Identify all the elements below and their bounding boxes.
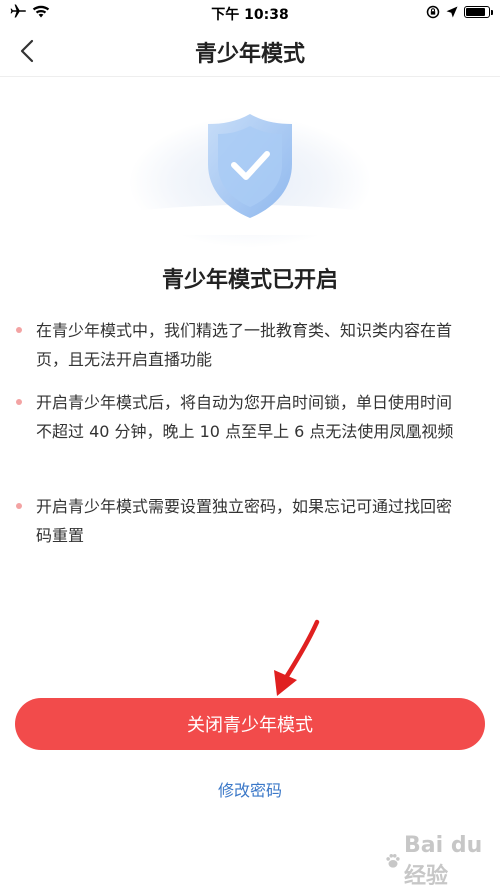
change-password-link[interactable]: 修改密码: [0, 777, 500, 801]
list-item: 开启青少年模式需要设置独立密码，如果忘记可通过找回密 码重置: [14, 492, 484, 550]
status-bar: 下午 10:38: [0, 0, 500, 26]
annotation-arrow-icon: [274, 619, 320, 696]
list-item-line: 码重置: [36, 526, 85, 545]
list-item-line: 在青少年模式中，我们精选了一批教育类、知识类内容在首: [36, 321, 453, 340]
battery-level: [466, 8, 486, 16]
close-teen-mode-button[interactable]: 关闭青少年模式: [15, 698, 485, 750]
paw-icon: [386, 854, 400, 868]
page-title: 青少年模式: [194, 42, 305, 67]
status-right: [426, 5, 493, 19]
location-icon: [446, 6, 458, 18]
hero-illustration: [0, 77, 500, 247]
status-time: 下午 10:38: [211, 7, 289, 23]
list-item-line: 开启青少年模式需要设置独立密码，如果忘记可通过找回密: [36, 497, 453, 516]
mode-enabled-title: 青少年模式已开启: [161, 268, 338, 293]
bullet-dot: [16, 327, 22, 333]
list-item-line: 页，且无法开启直播功能: [36, 350, 213, 369]
watermark-text: Bai du 经验: [404, 832, 483, 889]
list-item: 开启青少年模式后，将自动为您开启时间锁，单日使用时间 不超过 40 分钟，晚上 …: [14, 388, 484, 446]
list-item: 在青少年模式中，我们精选了一批教育类、知识类内容在首 页，且无法开启直播功能: [14, 316, 484, 374]
nav-bar: 青少年模式: [0, 26, 500, 77]
list-item-line: 开启青少年模式后，将自动为您开启时间锁，单日使用时间: [36, 393, 453, 412]
list-item-line: 不超过 40 分钟，晚上 10 点至早上 6 点无法使用凤凰视频: [36, 422, 454, 441]
battery-icon: [464, 6, 493, 18]
bullet-dot: [16, 503, 22, 509]
bullet-dot: [16, 399, 22, 405]
watermark: Bai du 经验: [384, 833, 494, 889]
rotation-lock-icon: [426, 5, 440, 19]
shield-check-icon: [208, 114, 292, 218]
